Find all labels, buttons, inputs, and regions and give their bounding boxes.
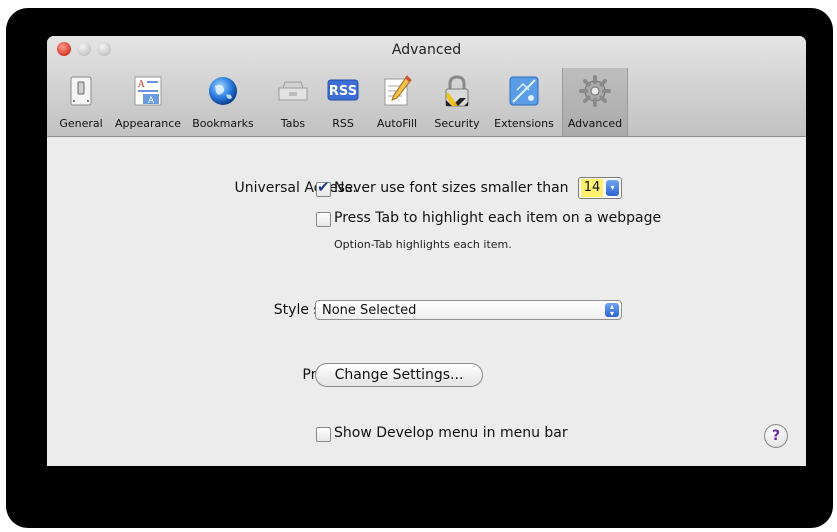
toolbar-item-appearance[interactable]: A A Appearance bbox=[111, 68, 185, 136]
tabs-icon bbox=[278, 81, 308, 101]
toolbar-label-security: Security bbox=[434, 117, 480, 130]
switch-icon bbox=[70, 76, 92, 106]
rss-badge-text: RSS bbox=[328, 84, 358, 99]
toolbar-label-tabs: Tabs bbox=[280, 117, 306, 130]
globe-icon bbox=[209, 77, 237, 105]
toolbar-label-appearance: Appearance bbox=[114, 117, 182, 130]
preferences-window: Advanced General A A Appearance Bookmark… bbox=[47, 36, 806, 466]
min-font-size-value: 14 bbox=[581, 179, 603, 197]
show-develop-menu-checkbox[interactable] bbox=[316, 427, 331, 442]
toolbar-label-rss: RSS bbox=[332, 117, 354, 130]
toolbar-label-advanced: Advanced bbox=[567, 117, 623, 130]
gear-icon bbox=[579, 75, 611, 107]
style-sheet-select[interactable]: None Selected ▴ ▾ bbox=[315, 300, 622, 320]
min-font-size-checkbox[interactable] bbox=[316, 178, 331, 197]
pencil-icon bbox=[384, 75, 412, 106]
appearance-icon: A A bbox=[134, 76, 162, 106]
toolbar-item-general[interactable]: General bbox=[53, 68, 109, 136]
show-develop-menu-text: Show Develop menu in menu bar bbox=[334, 425, 568, 441]
toolbar-item-tabs[interactable]: Tabs bbox=[273, 68, 313, 136]
toolbar-item-extensions[interactable]: Extensions bbox=[489, 68, 559, 136]
toolbar-label-autofill: AutoFill bbox=[376, 117, 418, 130]
toolbar-item-security[interactable]: Security bbox=[427, 68, 487, 136]
toolbar-label-extensions: Extensions bbox=[494, 117, 554, 130]
toolbar-label-general: General bbox=[59, 117, 103, 130]
puzzle-icon bbox=[509, 76, 539, 106]
change-settings-button[interactable]: Change Settings... bbox=[315, 363, 483, 387]
toolbar-item-rss[interactable]: RSS RSS bbox=[323, 68, 363, 136]
toolbar-item-bookmarks[interactable]: Bookmarks bbox=[187, 68, 259, 136]
toolbar-label-bookmarks: Bookmarks bbox=[192, 117, 254, 130]
updown-arrow-icon: ▴ ▾ bbox=[605, 303, 619, 318]
svg-text:A: A bbox=[137, 80, 145, 90]
min-font-size-text: Never use font sizes smaller than bbox=[334, 180, 569, 196]
style-sheet-value: None Selected bbox=[322, 303, 417, 318]
titlebar: Advanced General A A Appearance Bookmark… bbox=[47, 36, 806, 137]
tab-highlight-text: Press Tab to highlight each item on a we… bbox=[334, 210, 662, 226]
window-title: Advanced bbox=[391, 42, 462, 58]
tab-highlight-note: Option-Tab highlights each item. bbox=[334, 238, 512, 251]
toolbar-item-autofill[interactable]: AutoFill bbox=[369, 68, 425, 136]
lock-icon bbox=[445, 75, 469, 107]
help-button[interactable]: ? bbox=[764, 424, 788, 448]
toolbar-item-advanced[interactable]: Advanced bbox=[562, 68, 628, 136]
popup-arrow-icon: ▾ bbox=[606, 180, 619, 196]
advanced-pane: Universal Access: Never use font sizes s… bbox=[47, 137, 806, 466]
tab-highlight-checkbox[interactable] bbox=[316, 212, 331, 227]
svg-text:A: A bbox=[148, 96, 155, 106]
min-font-size-popup[interactable]: 14 ▾ bbox=[578, 177, 622, 199]
